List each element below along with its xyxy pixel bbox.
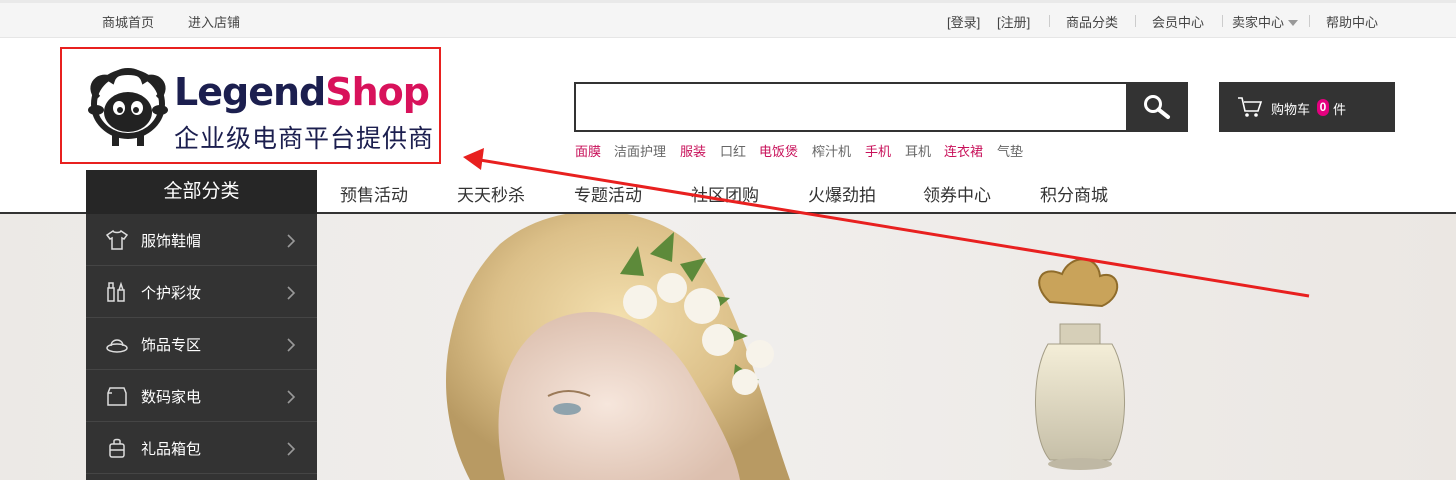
product-categories-link[interactable]: 商品分类 xyxy=(1066,12,1118,31)
sidebar-item-label: 数码家电 xyxy=(141,389,202,406)
cart-button[interactable]: 购物车 0 件 xyxy=(1219,82,1395,132)
chevron-down-icon xyxy=(1288,20,1299,26)
top-bar: 商城首页 进入店铺 [登录] [注册] 商品分类 会员中心 卖家中心 帮助中心 xyxy=(0,0,1456,38)
member-center-link[interactable]: 会员中心 xyxy=(1152,12,1204,31)
nav-link[interactable]: 领券中心 xyxy=(923,181,991,206)
hotword-link[interactable]: 榨汁机 xyxy=(812,141,851,160)
search-icon xyxy=(1144,95,1170,119)
enter-store-link[interactable]: 进入店铺 xyxy=(188,12,240,31)
sidebar-item-label: 饰品专区 xyxy=(141,337,202,354)
chevron-right-icon xyxy=(287,286,296,300)
chevron-right-icon xyxy=(287,338,296,352)
cart-label: 购物车 xyxy=(1271,102,1311,117)
nav-link[interactable]: 天天秒杀 xyxy=(457,181,525,206)
bag-icon xyxy=(109,438,125,458)
sidebar-item-cosmetics[interactable]: 个护彩妆 xyxy=(86,266,317,318)
chevron-right-icon xyxy=(287,442,296,456)
nav-link[interactable]: 社区团购 xyxy=(691,181,759,206)
site-logo[interactable]: LegendShop 企业级电商平台提供商 xyxy=(60,47,441,164)
hotword-link[interactable]: 连衣裙 xyxy=(944,141,983,160)
logo-wordmark: LegendShop xyxy=(174,70,430,114)
cart-icon xyxy=(1238,97,1263,117)
divider xyxy=(1309,15,1310,27)
hotword-link[interactable]: 耳机 xyxy=(905,141,931,160)
logo-tagline: 企业级电商平台提供商 xyxy=(174,125,435,153)
logo-legend: Legend xyxy=(174,70,326,114)
search-button[interactable] xyxy=(1126,82,1188,132)
hotword-link[interactable]: 电饭煲 xyxy=(759,141,798,160)
sidebar-item-gifts-bags[interactable]: 礼品箱包 xyxy=(86,422,317,474)
sidebar-item-accessories[interactable]: 饰品专区 xyxy=(86,318,317,370)
sidebar-item-label: 个护彩妆 xyxy=(141,285,202,302)
all-categories-button[interactable]: 全部分类 xyxy=(86,170,317,214)
divider xyxy=(1135,15,1136,27)
nav-link[interactable]: 积分商城 xyxy=(1040,181,1108,206)
hat-icon xyxy=(106,339,128,353)
nav-link[interactable]: 预售活动 xyxy=(340,181,408,206)
cart-unit: 件 xyxy=(1333,102,1347,117)
register-link[interactable]: [注册] xyxy=(997,12,1030,31)
chevron-right-icon xyxy=(287,390,296,404)
nav-link[interactable]: 专题活动 xyxy=(574,181,642,206)
sidebar-item-electronics[interactable]: 数码家电 xyxy=(86,370,317,422)
shirt-icon xyxy=(105,229,129,250)
sidebar-item-apparel[interactable]: 服饰鞋帽 xyxy=(86,214,317,266)
divider xyxy=(1049,15,1050,27)
hotword-link[interactable]: 手机 xyxy=(865,141,891,160)
sidebar-item-label: 服饰鞋帽 xyxy=(141,233,202,250)
sheep-mascot-icon xyxy=(88,68,168,146)
divider xyxy=(1222,15,1223,27)
search-box xyxy=(574,82,1188,132)
login-link[interactable]: [登录] xyxy=(947,12,980,31)
hotword-link[interactable]: 服装 xyxy=(680,141,706,160)
hotword-link[interactable]: 气垫 xyxy=(997,141,1023,160)
cosmetics-icon xyxy=(107,281,125,302)
hotword-link[interactable]: 口红 xyxy=(720,141,746,160)
hotword-link[interactable]: 洁面护理 xyxy=(614,141,666,160)
seller-center-menu[interactable]: 卖家中心 xyxy=(1232,12,1299,31)
logo-shop: Shop xyxy=(325,70,430,114)
category-sidebar: 服饰鞋帽 个护彩妆 饰品专区 数码家电 礼品箱包 xyxy=(86,214,317,480)
search-input[interactable] xyxy=(576,84,1124,130)
mall-home-link[interactable]: 商城首页 xyxy=(102,12,154,31)
chevron-right-icon xyxy=(287,234,296,248)
sidebar-item-label: 礼品箱包 xyxy=(141,441,202,458)
cart-count-badge: 0 xyxy=(1317,99,1329,116)
appliance-icon xyxy=(107,387,127,406)
seller-center-label: 卖家中心 xyxy=(1232,15,1285,30)
help-center-link[interactable]: 帮助中心 xyxy=(1326,12,1378,31)
hotword-link[interactable]: 面膜 xyxy=(575,141,601,160)
nav-link[interactable]: 火爆劲拍 xyxy=(808,181,876,206)
